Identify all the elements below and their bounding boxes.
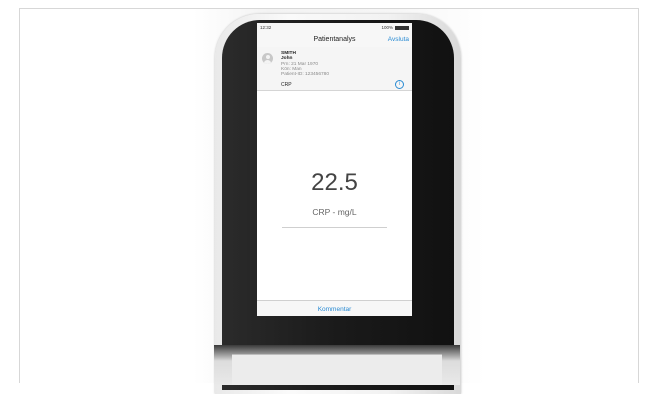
test-row: CRP i [257,80,412,91]
avatar-icon [262,53,273,64]
result-value: 22.5 [311,169,358,196]
exit-button[interactable]: Avsluta [388,36,409,43]
device-screen: 12:32 100% Patientanalys Avsluta SMITH J… [257,23,412,316]
avatar-body [264,60,271,64]
info-icon[interactable]: i [395,80,404,89]
status-time: 12:32 [260,25,272,30]
bottom-bar: Kommentar [257,300,412,316]
status-bar: 12:32 100% [257,23,412,33]
title-bar: Patientanalys Avsluta [257,33,412,48]
device-base-slot [232,354,442,385]
result-unit: CRP - mg/L [312,207,357,217]
battery-percent: 100% [381,25,393,30]
test-label: CRP [281,82,292,88]
status-right: 100% [381,25,409,30]
avatar-head [265,55,270,59]
battery-icon [395,25,409,30]
result-divider [282,227,387,228]
patient-id: Patient-ID: 123456780 [281,72,330,78]
patient-info: SMITH John Prn: 21 Mar 1970 Kön: Man Pat… [281,51,329,77]
comment-button[interactable]: Kommentar [257,306,412,313]
